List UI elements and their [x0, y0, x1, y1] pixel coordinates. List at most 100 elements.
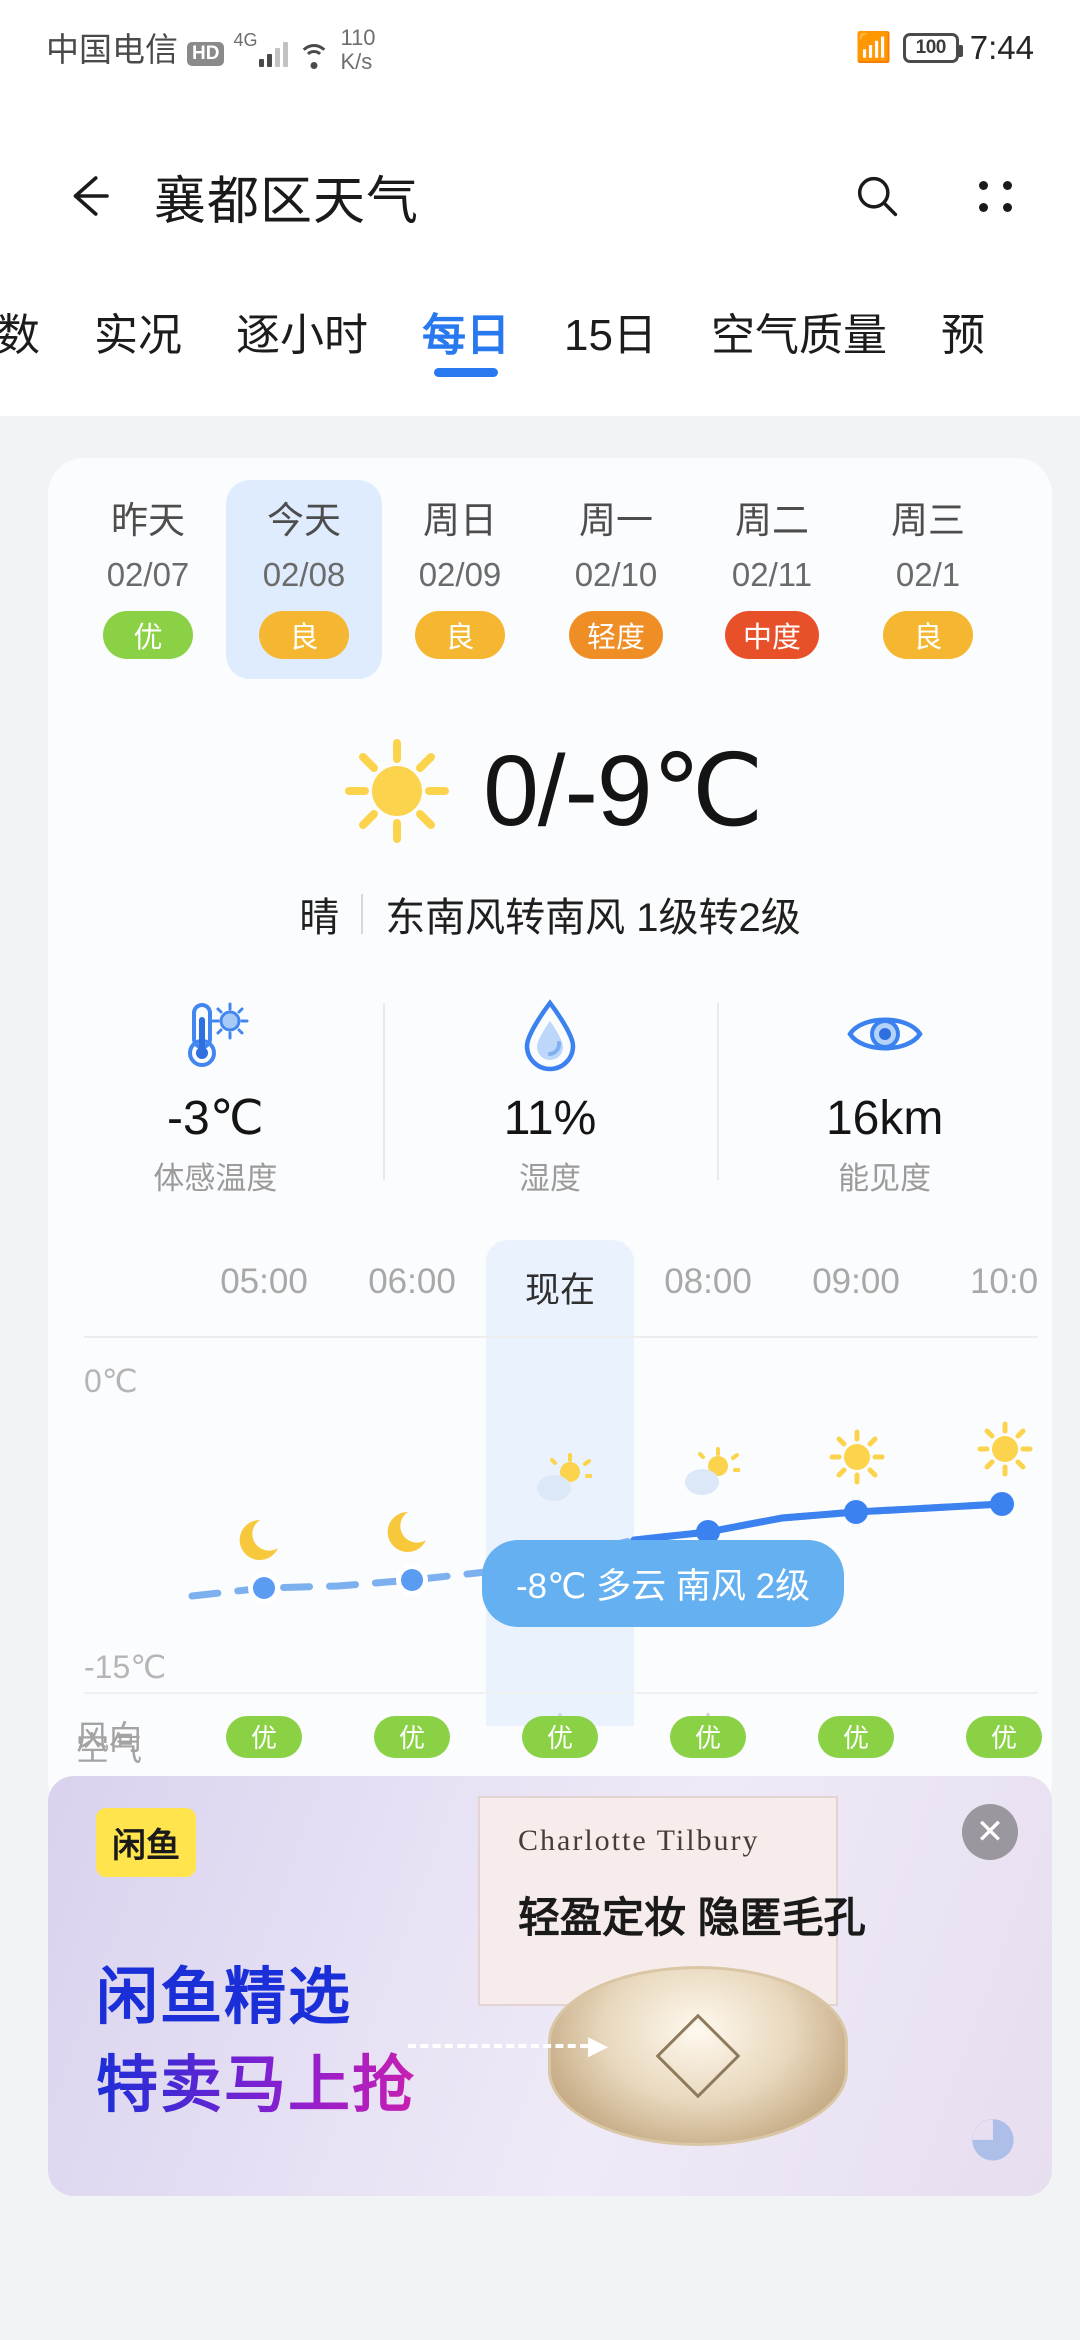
tab-live[interactable]: 实况 [94, 296, 182, 363]
day-card-today[interactable]: 今天 02/08 良 [226, 480, 382, 679]
day-date: 02/07 [106, 556, 190, 594]
air-row-label: 空气 [76, 1729, 142, 1767]
day-name: 周三 [891, 500, 965, 541]
ad-brand-label: Charlotte Tilbury [518, 1824, 760, 1857]
tab-air-quality[interactable]: 空气质量 [711, 296, 887, 363]
aqi-chip: 优 [818, 1715, 894, 1758]
day-name: 周日 [423, 500, 497, 541]
network-type-label: 4G [233, 29, 258, 50]
battery-icon: 100 [902, 33, 963, 63]
signal-bars-icon: 4G [233, 29, 289, 67]
search-button[interactable] [840, 159, 914, 233]
hourly-tooltip: -8℃ 多云 南风 2级 [482, 1539, 845, 1627]
day-aqi-badge: 轻度 [568, 610, 663, 659]
metric-feels-like: -3℃ 体感温度 [48, 991, 383, 1194]
day-aqi-badge: 良 [883, 610, 973, 659]
metric-label: 体感温度 [153, 1160, 278, 1196]
aqi-chip: 优 [226, 1715, 302, 1758]
page-body: 昨天 02/07 优 今天 02/08 良 周日 02/09 良 周一 02/1… [0, 416, 1080, 2340]
tab-hourly-label: 逐小时 [236, 311, 368, 360]
ad-title-line1: 闲鱼精选 [96, 1963, 353, 2032]
back-arrow-icon [73, 176, 109, 216]
hd-icon: HD [187, 41, 225, 66]
aqi-chip: 优 [522, 1715, 598, 1758]
hourly-air-quality-row: 空气 优 优 优 优 优 优 [62, 1698, 1042, 1788]
more-options-button[interactable] [958, 159, 1032, 233]
tab-daily-label: 每日 [422, 311, 510, 360]
status-bar-left: 中国电信 HD 4G 110 K/s [46, 26, 376, 72]
metric-humidity: 11% 湿度 [382, 991, 718, 1196]
more-options-icon [978, 180, 1012, 212]
tab-list: 指数 实况 逐小时 每日 15日 空气质量 预 [0, 296, 1080, 416]
ad-arrow-icon [408, 2030, 608, 2061]
day-aqi-badge: 良 [259, 610, 349, 659]
day-card-tuesday[interactable]: 周二 02/11 中度 [694, 480, 850, 679]
day-name: 今天 [267, 500, 341, 541]
metrics-row: -3℃ 体感温度 11% 湿度 16km 能见度 [48, 991, 1052, 1202]
tab-live-label: 实况 [94, 311, 182, 360]
metric-label: 湿度 [519, 1160, 581, 1196]
day-card-sunday[interactable]: 周日 02/09 良 [382, 480, 538, 679]
sun-icon [974, 1418, 1036, 1480]
divider [361, 893, 364, 934]
hourly-aqi-cell: 优 [486, 1715, 634, 1758]
sun-cloud-icon [530, 1452, 593, 1514]
day-card-yesterday[interactable]: 昨天 02/07 优 [70, 480, 226, 679]
day-date: 02/08 [262, 556, 346, 594]
daily-forecast-card: 昨天 02/07 优 今天 02/08 良 周日 02/09 良 周一 02/1… [48, 458, 1052, 1818]
close-icon: ✕ [975, 1813, 1005, 1851]
aqi-chip: 优 [670, 1715, 746, 1758]
tab-daily[interactable]: 每日 [422, 296, 510, 377]
day-selector[interactable]: 昨天 02/07 优 今天 02/08 良 周日 02/09 良 周一 02/1… [48, 458, 1052, 695]
day-aqi-badge: 优 [103, 610, 193, 659]
ad-title-line2: 特卖马上抢 [96, 2034, 416, 2124]
ad-banner[interactable]: Charlotte Tilbury 轻盈定妆 隐匿毛孔 闲鱼 闲鱼精选 特卖马上… [48, 1776, 1052, 2196]
hourly-aqi-cell: 优 [634, 1715, 782, 1758]
day-card-monday[interactable]: 周一 02/10 轻度 [538, 480, 694, 679]
metric-value: 11% [503, 1091, 597, 1145]
tab-active-underline [434, 367, 498, 377]
status-bar-right: 📶 100 7:44 [856, 29, 1034, 67]
metric-value: 16km [825, 1091, 944, 1145]
wifi-icon [297, 42, 331, 69]
day-name: 周一 [579, 500, 653, 541]
sun-icon [826, 1426, 888, 1488]
metric-value: -3℃ [167, 1091, 264, 1145]
tab-bar: 指数 实况 逐小时 每日 15日 空气质量 预 [0, 296, 1080, 416]
hourly-aqi-cell: 优 [930, 1715, 1052, 1758]
weather-condition: 晴 [299, 895, 340, 940]
tab-index-label: 指数 [0, 311, 40, 360]
day-name: 昨天 [111, 500, 185, 541]
day-name: 周二 [735, 500, 809, 541]
weather-app-screen: 中国电信 HD 4G 110 K/s 📶 100 7:44 襄都区天气 数 实况… [0, 0, 1080, 2340]
tab-forecast[interactable]: 预 [941, 296, 985, 363]
page-title: 襄都区天气 [154, 172, 420, 231]
vibrate-icon: 📶 [855, 31, 892, 64]
main-temperature-row: 0/-9℃ [48, 731, 1052, 851]
tab-15days[interactable]: 15日 [564, 296, 657, 363]
sun-cloud-icon [678, 1446, 741, 1508]
hourly-forecast-chart[interactable]: 05:00 06:00 现在 08:00 09:00 10:0 0℃ -15℃ [62, 1239, 1038, 1760]
back-button[interactable] [48, 155, 130, 237]
metric-visibility: 16km 能见度 [717, 991, 1052, 1194]
tab-forecast-label: 预 [940, 311, 985, 360]
ad-subtitle: 轻盈定妆 隐匿毛孔 [518, 1894, 866, 1941]
app-bar-actions [840, 159, 1032, 233]
hourly-aqi-cell: 优 [782, 1715, 930, 1758]
visibility-eye-icon [842, 991, 928, 1077]
hourly-aqi-cell: 优 [190, 1715, 338, 1758]
ad-close-button[interactable]: ✕ [962, 1804, 1018, 1860]
weather-description: 晴 东南风转南风 1级转2级 [48, 885, 1052, 943]
day-date: 02/11 [731, 556, 813, 594]
day-aqi-badge: 良 [415, 610, 505, 659]
day-card-wednesday[interactable]: 周三 02/1 良 [850, 480, 1006, 679]
net-speed-unit: K/s [340, 48, 373, 74]
battery-level-label: 100 [915, 37, 947, 58]
moon-icon [234, 1510, 296, 1572]
ad-decoration-icon: ◕ [964, 2081, 1022, 2188]
tab-index[interactable]: 指数 [0, 296, 40, 363]
tab-hourly[interactable]: 逐小时 [236, 296, 368, 363]
feels-like-thermometer-icon [172, 991, 258, 1077]
tab-air-quality-label: 空气质量 [710, 311, 887, 360]
wind-description: 东南风转南风 1级转2级 [385, 895, 801, 940]
